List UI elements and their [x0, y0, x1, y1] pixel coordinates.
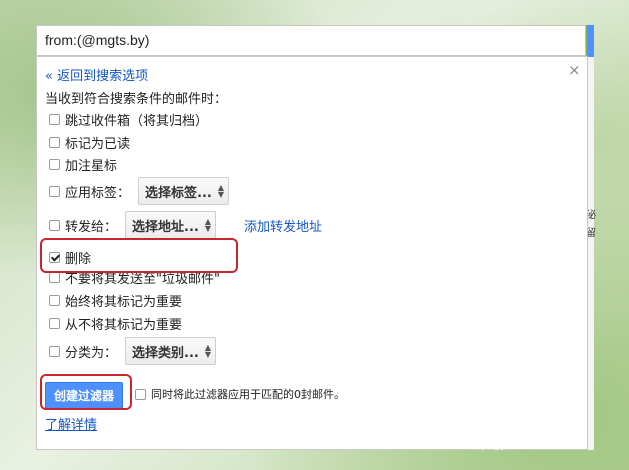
- mark-read-label: 标记为已读: [65, 136, 131, 152]
- option-skip-inbox[interactable]: 跳过收件箱（将其归档）: [49, 109, 208, 129]
- updown-arrows-icon: ▲ ▼: [217, 183, 224, 199]
- category-select-value: 选择类别...: [132, 345, 199, 361]
- categorize-checkbox[interactable]: [49, 345, 60, 357]
- label-select[interactable]: 选择标签... ▲ ▼: [138, 177, 229, 205]
- filter-panel: × « 返回到搜索选项 当收到符合搜索条件的邮件时： 跳过收件箱（将其归档） 标…: [36, 56, 588, 450]
- close-icon[interactable]: ×: [568, 61, 581, 79]
- add-forward-address-link[interactable]: 添加转发地址: [244, 216, 322, 235]
- delete-label: 删除: [65, 251, 92, 267]
- also-apply-label: 同时将此过滤器应用于匹配的0封邮件。: [151, 388, 345, 401]
- option-never-important[interactable]: 从不将其标记为重要: [49, 313, 182, 333]
- address-select[interactable]: 选择地址... ▲ ▼: [125, 211, 216, 239]
- delete-checkbox[interactable]: [49, 251, 60, 263]
- search-query[interactable]: from:(@mgts.by): [45, 32, 149, 48]
- label-select-value: 选择标签...: [145, 185, 212, 201]
- apply-label-label: 应用标签：: [65, 185, 131, 201]
- create-filter-label: 创建过滤器: [53, 389, 114, 403]
- option-delete[interactable]: 删除: [49, 247, 91, 267]
- option-never-spam[interactable]: 不要将其发送至"垃圾邮件": [49, 267, 220, 287]
- always-important-checkbox[interactable]: [49, 294, 60, 306]
- never-spam-label: 不要将其发送至"垃圾邮件": [65, 271, 220, 287]
- mark-read-checkbox[interactable]: [49, 136, 60, 148]
- skip-inbox-label: 跳过收件箱（将其归档）: [65, 113, 209, 129]
- back-to-search-link[interactable]: « 返回到搜索选项: [45, 65, 148, 84]
- forward-label: 转发给：: [65, 219, 118, 235]
- never-spam-checkbox[interactable]: [49, 271, 60, 283]
- forward-checkbox[interactable]: [49, 219, 60, 231]
- option-star[interactable]: 加注星标: [49, 154, 117, 174]
- never-important-checkbox[interactable]: [49, 317, 60, 329]
- option-always-important[interactable]: 始终将其标记为重要: [49, 290, 182, 310]
- star-label: 加注星标: [65, 158, 118, 174]
- skip-inbox-checkbox[interactable]: [49, 113, 60, 125]
- watermark-logo: Bai百 经验: [488, 406, 578, 425]
- updown-arrows-icon: ▲ ▼: [204, 343, 211, 359]
- right-edge-blue: [588, 25, 594, 57]
- updown-arrows-icon: ▲ ▼: [204, 217, 211, 233]
- also-apply-option[interactable]: 同时将此过滤器应用于匹配的0封邮件。: [135, 386, 345, 402]
- always-important-label: 始终将其标记为重要: [65, 294, 183, 310]
- watermark-url: jingyan.baidu.com: [482, 440, 575, 451]
- create-filter-button[interactable]: 创建过滤器: [45, 382, 123, 409]
- also-apply-checkbox[interactable]: [135, 388, 146, 400]
- option-categorize[interactable]: 分类为： 选择类别... ▲ ▼: [49, 337, 216, 365]
- star-checkbox[interactable]: [49, 158, 60, 170]
- never-important-label: 从不将其标记为重要: [65, 317, 183, 333]
- filter-intro: 当收到符合搜索条件的邮件时：: [45, 92, 228, 107]
- option-apply-label[interactable]: 应用标签： 选择标签... ▲ ▼: [49, 177, 229, 205]
- option-forward[interactable]: 转发给： 选择地址... ▲ ▼ 添加转发地址: [49, 211, 322, 239]
- address-select-value: 选择地址...: [132, 219, 199, 235]
- category-select[interactable]: 选择类别... ▲ ▼: [125, 337, 216, 365]
- search-bar[interactable]: from:(@mgts.by): [36, 25, 586, 56]
- option-mark-read[interactable]: 标记为已读: [49, 132, 130, 152]
- apply-label-checkbox[interactable]: [49, 185, 60, 197]
- categorize-label: 分类为：: [65, 345, 118, 361]
- learn-more-link[interactable]: 了解详情: [45, 414, 97, 433]
